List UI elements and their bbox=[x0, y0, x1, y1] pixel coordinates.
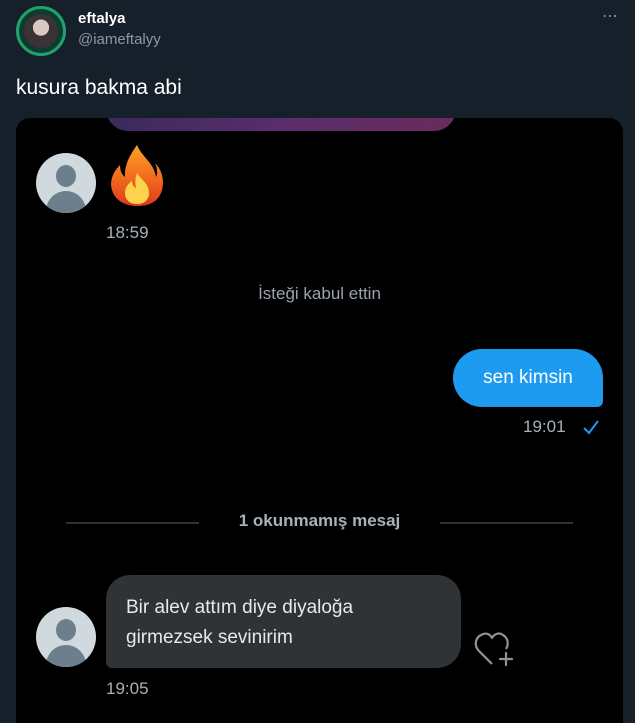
tweet-text: kusura bakma abi bbox=[16, 76, 182, 99]
received-message-line: girmezsek sevinirim bbox=[126, 627, 293, 648]
sender-avatar bbox=[36, 607, 96, 667]
request-accepted-notice: İsteği kabul ettin bbox=[258, 284, 381, 303]
divider-right bbox=[440, 522, 573, 524]
previous-message-bubble bbox=[106, 118, 456, 131]
author-avatar[interactable] bbox=[16, 6, 66, 56]
dm-screenshot-media[interactable]: 18:59 İsteği kabul ettin sen kimsin 19:0… bbox=[16, 118, 623, 723]
sent-message-bubble[interactable]: sen kimsin bbox=[453, 349, 603, 407]
avatar-photo bbox=[24, 14, 58, 48]
message-time: 18:59 bbox=[106, 223, 149, 242]
sent-message-time: 19:01 bbox=[523, 417, 566, 436]
unread-divider-label: 1 okunmamış mesaj bbox=[238, 511, 401, 530]
sent-message-text: sen kimsin bbox=[483, 367, 573, 388]
heart-add-icon[interactable] bbox=[474, 630, 516, 668]
received-message-bubble[interactable]: Bir alev attım diye diyaloğa girmezsek s… bbox=[106, 575, 461, 668]
received-message-line: Bir alev attım diye diyaloğa bbox=[126, 597, 354, 618]
received-message-time: 19:05 bbox=[106, 679, 149, 698]
author-display-name[interactable]: eftalya bbox=[78, 10, 126, 27]
sender-avatar bbox=[36, 153, 96, 213]
fire-emoji-icon bbox=[111, 145, 163, 206]
tweet-header: eftalya @iameftalyy ⋯ bbox=[16, 6, 619, 58]
author-handle[interactable]: @iameftalyy bbox=[78, 31, 161, 48]
check-icon bbox=[583, 420, 599, 435]
more-options-icon[interactable]: ⋯ bbox=[602, 6, 619, 26]
